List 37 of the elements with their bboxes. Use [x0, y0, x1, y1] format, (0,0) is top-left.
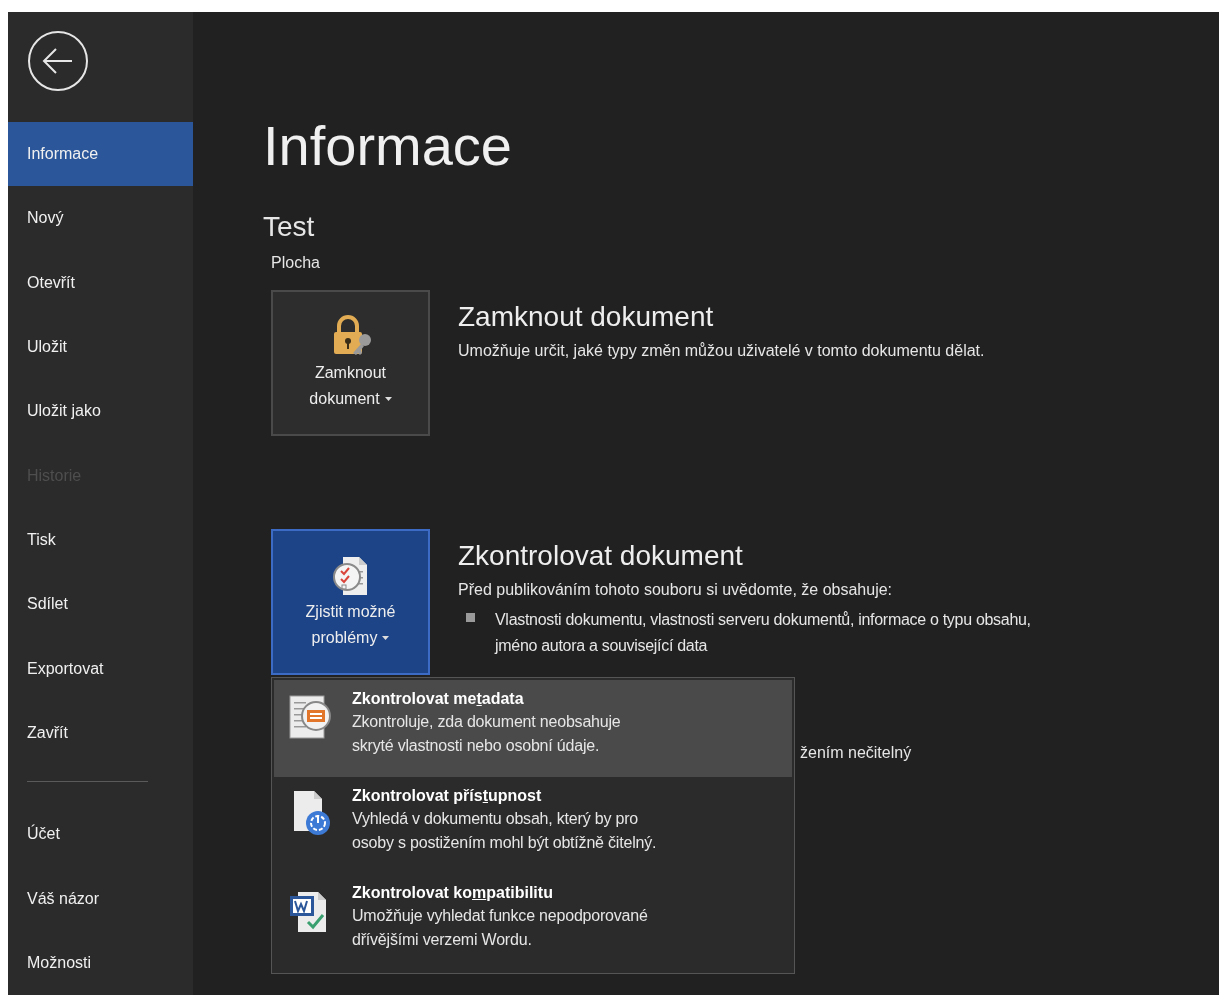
sidebar-item[interactable]: Zavřít — [8, 700, 193, 766]
caret-icon — [382, 636, 390, 640]
bullet-text: Vlastnosti dokumentu, vlastnosti serveru dokumentů, informace o typu obsahu, — [495, 610, 1031, 630]
document-name: Test — [263, 210, 316, 244]
menu-item[interactable]: Zkontrolovat metadata Zkontroluje, zda dokument neobsahuje skryté vlastnosti nebo osobní údaje. — [274, 680, 792, 777]
menu-item-title: Zkontrolovat přístupnost — [352, 786, 543, 806]
bullet-text: jméno autora a související data — [495, 636, 709, 656]
menu-item[interactable]: Zkontrolovat kompatibilitu Umožňuje vyhledat funkce nepodporované dřívějšími verzemi Wordu. — [274, 874, 792, 971]
menu-item-description: Zkontroluje, zda dokument neobsahuje skryté vlastnosti nebo osobní údaje. — [352, 712, 621, 756]
sidebar-item[interactable]: Tisk — [8, 507, 193, 573]
section-title: Zamknout dokument — [458, 300, 715, 334]
page-title: Informace — [263, 118, 513, 174]
sidebar-item[interactable]: Účet — [8, 802, 193, 867]
bullet-text: žením nečitelný — [800, 744, 913, 762]
menu-item-description: Umožňuje vyhledat funkce nepodporované dřívějšími verzemi Wordu. — [352, 906, 648, 950]
dropdown-button[interactable]: Zamknout dokument — [271, 290, 430, 436]
document-inspect-icon — [288, 692, 332, 740]
sidebar-item[interactable]: Váš názor — [8, 866, 193, 931]
sidebar-item[interactable]: Možnosti — [8, 930, 193, 995]
sidebar-item[interactable]: Exportovat — [8, 636, 193, 701]
menu-item-title: Zkontrolovat kompatibilitu — [352, 883, 554, 903]
sidebar-item[interactable]: Uložit jako — [8, 379, 193, 444]
sidebar-item[interactable]: Sdílet — [8, 572, 193, 637]
sidebar-item[interactable]: Informace — [8, 122, 193, 187]
sidebar-item[interactable]: Nový — [8, 186, 193, 251]
sidebar-item[interactable]: Uložit — [8, 314, 193, 380]
menu-item[interactable]: Zkontrolovat přístupnost Vyhledá v dokumentu obsah, který by pro osoby s postižením mohl být obtížně čitelný. — [274, 777, 792, 874]
document-location: Plocha — [271, 254, 321, 272]
sidebar-item[interactable]: Otevřít — [8, 250, 193, 315]
dropdown-button[interactable]: Zjistit možné problémy — [271, 529, 430, 675]
section-description: Před publikováním tohoto souboru si uvědomte, že obsahuje: — [458, 580, 894, 600]
menu-item-title: Zkontrolovat metadata — [352, 689, 525, 709]
section-description: Umožňuje určit, jaké typy změn můžou uživatelé v tomto dokumentu dělat. — [458, 341, 985, 361]
menu-item-description: Vyhledá v dokumentu obsah, který by pro osoby s postižením mohl být obtížně čitelný. — [352, 809, 657, 853]
bullet-icon — [466, 613, 475, 622]
section-title: Zkontrolovat dokument — [458, 539, 744, 573]
caret-icon — [384, 397, 392, 401]
